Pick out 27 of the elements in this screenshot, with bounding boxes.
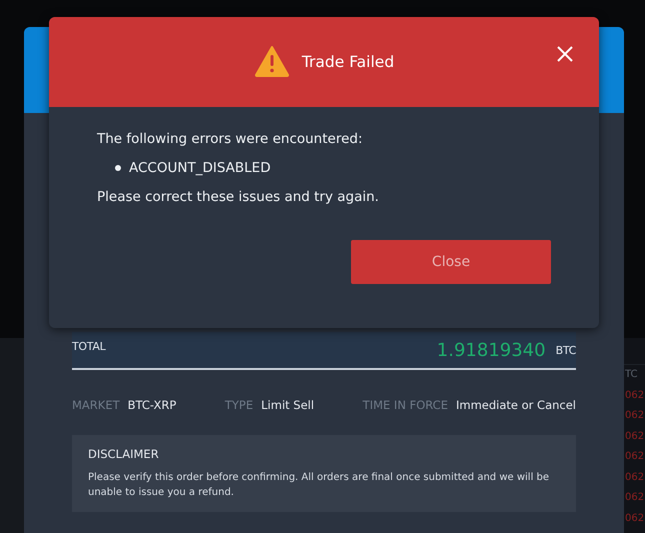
price-cell-text: 062 [625,492,645,505]
close-button[interactable]: Close [351,240,551,284]
price-cell-text: 062 [625,430,645,444]
total-unit: BTC [556,344,576,356]
warning-icon [254,45,290,77]
disclaimer-text: Please verify this order before confirming. All orders are final once submitted and we will be unable to issue you a refund. [88,471,550,500]
price-cell-text: 062 [625,390,645,402]
error-outro: Please correct these issues and try again. [97,188,380,207]
detail-value: BTC-XRP [128,398,176,412]
column-header: TC [625,368,639,382]
close-icon[interactable] [557,46,573,62]
detail-label: MARKET [72,398,120,412]
detail-label: TYPE [224,398,254,412]
disclaimer-title: DISCLAIMER [88,447,160,461]
price-cell-text: 062 [625,512,645,526]
price-cell-text: 062 [625,472,645,484]
price-cell-text: 062 [625,410,645,423]
dialog-title: Trade Failed [302,53,394,71]
error-item: ACCOUNT_DISABLED [129,159,271,178]
detail-label: TIME IN FORCE [362,398,448,412]
bullet-icon [115,165,121,171]
total-value: 1.91819340 [436,340,546,360]
detail-value: Immediate or Cancel [456,398,576,412]
price-cell-text: 062 [625,451,645,464]
error-intro: The following errors were encountered: [97,130,364,149]
detail-value: Limit Sell [261,398,314,412]
total-label: TOTAL [72,340,107,352]
